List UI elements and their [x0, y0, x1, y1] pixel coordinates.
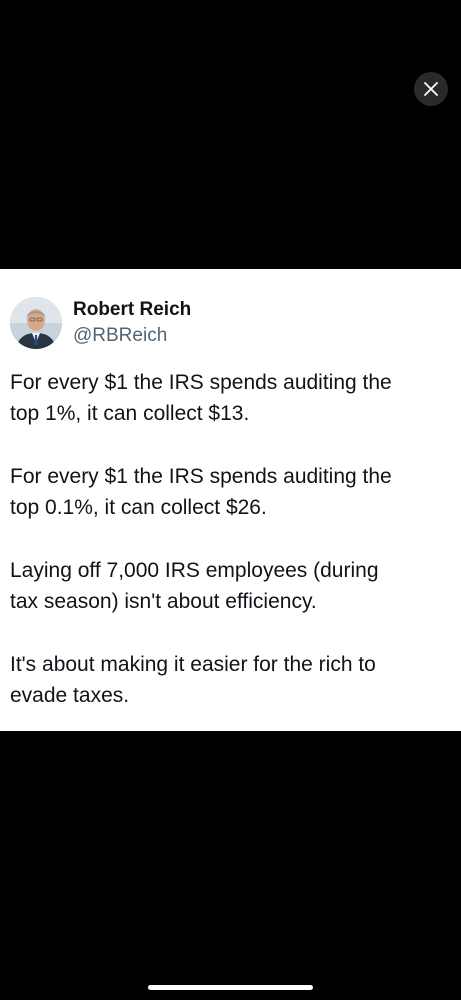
tweet-line: It's about making it easier for the rich… — [10, 653, 376, 676]
tweet-line: evade taxes. — [10, 684, 130, 707]
tweet-line: For every $1 the IRS spends auditing the — [10, 465, 392, 488]
tweet-line: tax season) isn't about efficiency. — [10, 590, 317, 613]
tweet-line: Laying off 7,000 IRS employees (during — [10, 559, 379, 582]
home-indicator[interactable] — [148, 985, 313, 990]
avatar — [10, 297, 62, 349]
image-viewer: Robert Reich @RBReich For every $1 the I… — [0, 0, 461, 1000]
tweet-paragraph: Laying off 7,000 IRS employees (during t… — [10, 555, 450, 617]
tweet-paragraph: For every $1 the IRS spends auditing the… — [10, 461, 450, 523]
tweet-paragraph: It's about making it easier for the rich… — [10, 649, 450, 711]
tweet-line: For every $1 the IRS spends auditing the — [10, 371, 392, 394]
tweet-paragraph: For every $1 the IRS spends auditing the… — [10, 367, 450, 429]
author-display-name: Robert Reich — [73, 299, 192, 320]
close-button[interactable] — [414, 72, 448, 106]
tweet-screenshot: Robert Reich @RBReich For every $1 the I… — [0, 269, 461, 731]
tweet-line: top 0.1%, it can collect $26. — [10, 496, 267, 519]
tweet-text: For every $1 the IRS spends auditing the… — [10, 367, 450, 711]
tweet-line: top 1%, it can collect $13. — [10, 402, 250, 425]
author-handle: @RBReich — [73, 325, 168, 346]
close-icon — [423, 81, 439, 97]
